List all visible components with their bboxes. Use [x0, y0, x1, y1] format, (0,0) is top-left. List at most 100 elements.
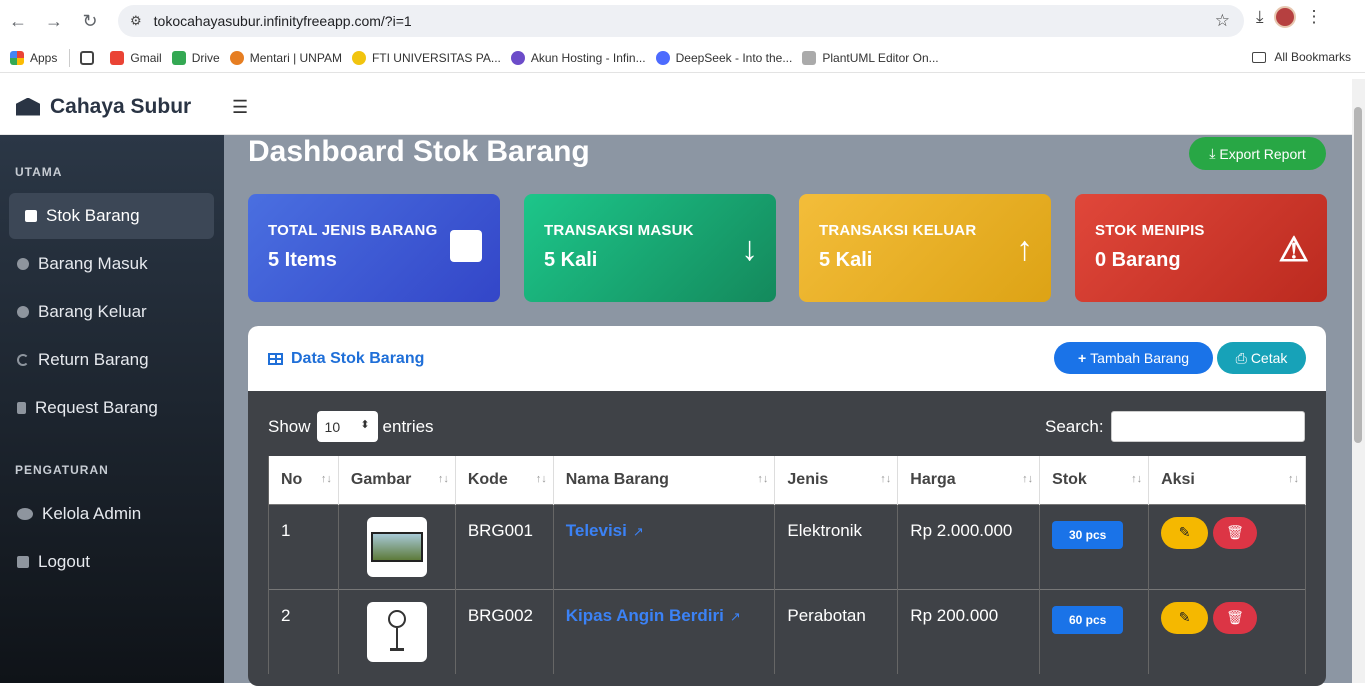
product-image-kipas[interactable] [366, 601, 427, 662]
edit-icon: ✎ [1178, 609, 1191, 625]
bookmark-hosting[interactable]: Akun Hosting - Infin... [510, 50, 646, 65]
card-transaksi-masuk: TRANSAKSI MASUK 5 Kali ↓ [524, 194, 776, 302]
fti-icon [351, 50, 366, 65]
column-header-jenis[interactable]: Jenis [774, 456, 899, 504]
table-row: 2 BRG002 Kipas Angin Berdiri ↗ Perabotan … [268, 588, 1306, 674]
bookmark-deepseek[interactable]: DeepSeek - Into the... [655, 50, 792, 65]
column-header-harga[interactable]: Harga [897, 456, 1041, 504]
table-icon [268, 352, 283, 365]
cetak-button[interactable]: ⎙ Cetak [1217, 342, 1306, 374]
entries-control: Show 10 entries [268, 411, 434, 442]
undo-icon [17, 354, 29, 366]
page-title: Dashboard Stok Barang [248, 135, 590, 168]
trash-icon: 🗑 [1226, 609, 1244, 625]
bookmark-plantuml[interactable]: PlantUML Editor On... [802, 50, 939, 65]
main-content: Dashboard Stok Barang ⤓ Export Report TOT… [224, 135, 1352, 686]
external-link-icon: ↗ [632, 523, 644, 539]
column-header-stok[interactable]: Stok [1039, 456, 1150, 504]
hamburger-menu-icon[interactable]: ☰ [232, 97, 248, 118]
bookmark-mentari[interactable]: Mentari | UNPAM [229, 50, 342, 65]
stock-badge: 30 pcs [1052, 520, 1124, 549]
card-total-jenis-barang: TOTAL JENIS BARANG 5 Items [248, 194, 500, 302]
printer-icon: ⎙ [1235, 349, 1247, 366]
tambah-barang-button[interactable]: + Tambah Barang [1054, 342, 1213, 374]
plus-icon: + [1077, 350, 1087, 366]
address-bar[interactable]: ⚙ tokocahayasubur.infinityfreeapp.com/?i… [118, 5, 1244, 37]
section-pengaturan: PENGATURAN [15, 463, 109, 477]
reload-icon[interactable]: ↻ [72, 3, 108, 39]
bookmark-drive[interactable]: Drive [171, 50, 220, 65]
app-header: Cahaya Subur ☰ [0, 79, 1352, 135]
column-header-nama-barang[interactable]: Nama Barang [553, 456, 776, 504]
stok-table: No Gambar Kode Nama Barang Jenis Harga S… [268, 456, 1306, 674]
data-stok-panel: Data Stok Barang + Tambah Barang ⎙ Cetak S… [248, 326, 1326, 686]
arrow-down-circle-icon [17, 258, 29, 270]
panel-header: Data Stok Barang + Tambah Barang ⎙ Cetak [248, 326, 1326, 391]
bookmark-fti[interactable]: FTI UNIVERSITAS PA... [351, 50, 501, 65]
sidebar: UTAMA Stok Barang Barang Masuk Barang Ke… [0, 135, 224, 683]
trash-icon: 🗑 [1226, 524, 1244, 540]
section-utama: UTAMA [15, 165, 63, 179]
search-input[interactable] [1110, 411, 1305, 442]
gmail-icon [110, 50, 125, 65]
bookmark-star-icon[interactable]: ☆ [1215, 11, 1230, 31]
menu-icon[interactable]: ⋮ [1306, 7, 1323, 27]
column-header-gambar[interactable]: Gambar [338, 456, 456, 504]
all-bookmarks[interactable]: All Bookmarks [1252, 50, 1351, 64]
column-header-kode[interactable]: Kode [455, 456, 554, 504]
sidebar-item-logout[interactable]: Logout [9, 539, 214, 585]
arrow-up-circle-icon [17, 306, 29, 318]
delete-button[interactable]: 🗑 [1213, 516, 1258, 549]
product-link[interactable]: Kipas Angin Berdiri [566, 606, 724, 625]
table-row: 1 BRG001 Televisi ↗ Elektronik Rp 2.000.0… [268, 503, 1306, 589]
delete-button[interactable]: 🗑 [1213, 601, 1258, 634]
drive-icon [171, 50, 186, 65]
warehouse-icon [16, 97, 40, 116]
sidebar-item-kelola-admin[interactable]: Kelola Admin [9, 491, 214, 537]
product-link[interactable]: Televisi [566, 521, 627, 540]
card-stok-menipis: STOK MENIPIS 0 Barang ⚠ [1075, 194, 1327, 302]
edit-button[interactable]: ✎ [1161, 516, 1209, 549]
column-header-no[interactable]: No [268, 456, 339, 504]
sidebar-item-return-barang[interactable]: Return Barang [9, 337, 214, 383]
profile-avatar[interactable] [1273, 6, 1296, 28]
download-icon: ⤓ [1209, 145, 1216, 161]
url-text: tokocahayasubur.infinityfreeapp.com/?i=1 [153, 13, 412, 29]
sidebar-item-barang-masuk[interactable]: Barang Masuk [9, 241, 214, 287]
tab-groups-icon [80, 50, 95, 65]
entries-select[interactable]: 10 [316, 411, 378, 442]
card-transaksi-keluar: TRANSAKSI KELUAR 5 Kali ↑ [799, 194, 1051, 302]
hosting-icon [510, 50, 525, 65]
sidebar-item-stok-barang[interactable]: Stok Barang [9, 193, 214, 239]
boxes-icon [25, 210, 37, 222]
export-report-button[interactable]: ⤓ Export Report [1189, 137, 1326, 170]
panel-title: Data Stok Barang [291, 349, 425, 367]
page-scrollbar[interactable] [1352, 79, 1365, 683]
search-control: Search: [1045, 411, 1305, 442]
apps-grid-icon [10, 50, 24, 65]
stock-badge: 60 pcs [1052, 605, 1124, 634]
warning-icon: ⚠ [1278, 231, 1309, 269]
back-icon[interactable]: ← [0, 3, 36, 39]
sidebar-item-barang-keluar[interactable]: Barang Keluar [9, 289, 214, 335]
brand[interactable]: Cahaya Subur [16, 95, 191, 119]
forward-icon[interactable]: → [36, 3, 72, 39]
product-image-televisi[interactable] [366, 516, 427, 577]
sidebar-item-request-barang[interactable]: Request Barang [9, 385, 214, 431]
folder-icon [1252, 51, 1267, 63]
edit-button[interactable]: ✎ [1161, 601, 1209, 634]
clipboard-icon [17, 402, 26, 414]
bookmark-gmail[interactable]: Gmail [110, 50, 162, 65]
external-link-icon: ↗ [729, 608, 741, 624]
site-settings-icon[interactable]: ⚙ [130, 13, 142, 29]
scrollbar-thumb[interactable] [1354, 107, 1362, 443]
bookmarks-bar: Apps Gmail Drive Mentari | UNPAM FTI UNI… [0, 43, 1365, 73]
arrow-down-icon: ↓ [741, 230, 758, 268]
column-header-aksi[interactable]: Aksi [1148, 456, 1306, 504]
bookmark-apps[interactable]: Apps [10, 50, 57, 65]
box-icon [450, 230, 482, 262]
user-cog-icon [17, 508, 33, 520]
bookmark-grid-icon[interactable] [80, 50, 100, 65]
download-icon[interactable]: ⤓ [1256, 7, 1264, 27]
browser-toolbar: ← → ↻ ⚙ tokocahayasubur.infinityfreeapp.… [0, 0, 1365, 42]
